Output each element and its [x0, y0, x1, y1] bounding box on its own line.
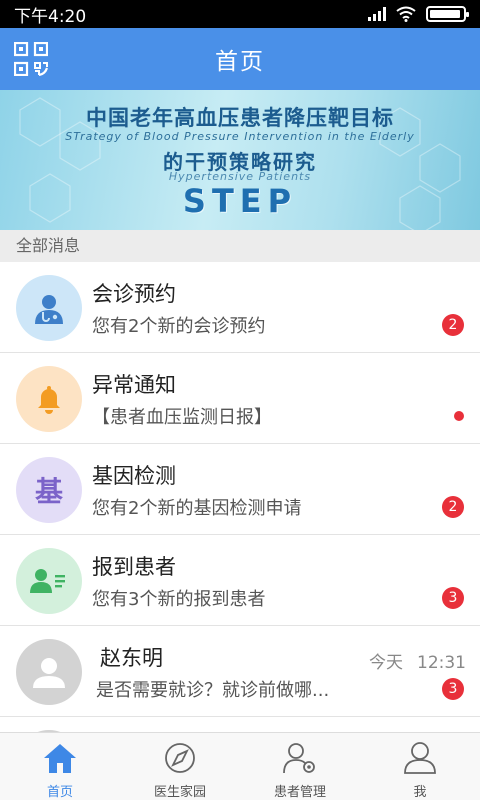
doctor-icon — [35, 295, 63, 324]
item-subtitle: 【患者血压监测日报】 — [92, 407, 272, 428]
list-item-gene-test[interactable]: 基 基因检测 您有2个新的基因检测申请 2 — [0, 444, 480, 535]
unread-badge: 3 — [442, 587, 464, 609]
bottom-tab-bar: 首页 医生家园 患者管理 我 — [0, 732, 480, 800]
status-time: 下午4:20 — [14, 6, 87, 27]
item-subtitle: 您有3个新的报到患者 — [92, 589, 266, 610]
gene-icon: 基 — [34, 475, 63, 508]
avatar — [16, 639, 82, 705]
title-bar: 首页 — [0, 28, 480, 90]
status-bar: 下午4:20 — [0, 0, 480, 28]
banner-subtitle-line1: STrategy of Blood Pressure Intervention … — [65, 130, 415, 143]
user-avatar-icon — [33, 658, 65, 688]
list-item-chat[interactable]: 赵东明 今天 12:31 是否需要就诊？就诊前做哪... 3 — [0, 626, 480, 717]
patient-settings-icon — [283, 743, 315, 774]
battery-icon — [426, 6, 469, 22]
section-header: 全部消息 — [0, 230, 480, 262]
tab-label: 医生家园 — [153, 785, 206, 800]
unread-badge: 2 — [442, 496, 464, 518]
avatar — [16, 548, 82, 614]
qr-scan-icon[interactable] — [14, 42, 48, 76]
message-list: 会诊预约 您有2个新的会诊预约 2 异常通知 【患者血压监测日报】 基 基因检测… — [0, 262, 480, 732]
item-title: 会诊预约 — [92, 282, 176, 306]
banner-acronym: STEP — [182, 182, 298, 220]
avatar: 基 — [16, 457, 82, 523]
status-icons — [368, 6, 469, 22]
avatar — [16, 275, 82, 341]
item-subtitle: 您有2个新的会诊预约 — [92, 316, 266, 337]
home-icon — [44, 744, 76, 773]
list-item-abnormal-notice[interactable]: 异常通知 【患者血压监测日报】 — [0, 353, 480, 444]
item-title: 报到患者 — [92, 555, 176, 579]
unread-badge: 3 — [442, 678, 464, 700]
page-title: 首页 — [215, 49, 265, 75]
tab-label: 患者管理 — [273, 785, 326, 800]
tab-label: 我 — [413, 785, 427, 800]
tab-patient-management[interactable]: 患者管理 — [240, 733, 360, 800]
item-subtitle: 您有2个新的基因检测申请 — [92, 498, 302, 519]
item-title: 基因检测 — [92, 464, 176, 488]
signal-icon — [368, 7, 386, 21]
wifi-icon — [396, 6, 416, 22]
person-icon — [404, 742, 436, 774]
tab-me[interactable]: 我 — [360, 733, 480, 800]
item-timestamp: 今天 12:31 — [369, 648, 466, 673]
patient-card-icon — [30, 569, 65, 593]
list-item-partial[interactable] — [0, 717, 480, 732]
list-item-consultation[interactable]: 会诊预约 您有2个新的会诊预约 2 — [0, 262, 480, 353]
unread-dot — [454, 411, 464, 421]
item-date: 今天 — [369, 653, 403, 673]
item-time: 12:31 — [417, 653, 466, 673]
tab-label: 首页 — [46, 785, 73, 800]
app-screen: 下午4:20 首页 中国老年高血压患者降压靶目标 STrategy of Blo… — [0, 0, 480, 800]
step-banner[interactable]: 中国老年高血压患者降压靶目标 STrategy of Blood Pressur… — [0, 90, 480, 230]
tab-doctor-home[interactable]: 医生家园 — [120, 733, 240, 800]
tab-home[interactable]: 首页 — [0, 733, 120, 800]
banner-title-line1: 中国老年高血压患者降压靶目标 — [86, 106, 394, 130]
unread-badge: 2 — [442, 314, 464, 336]
avatar — [16, 366, 82, 432]
compass-icon — [165, 743, 195, 773]
item-title: 异常通知 — [92, 373, 176, 397]
item-title: 赵东明 — [100, 646, 163, 670]
bell-icon — [38, 386, 60, 414]
item-subtitle: 是否需要就诊？就诊前做哪... — [96, 680, 330, 701]
list-item-registered-patients[interactable]: 报到患者 您有3个新的报到患者 3 — [0, 535, 480, 626]
